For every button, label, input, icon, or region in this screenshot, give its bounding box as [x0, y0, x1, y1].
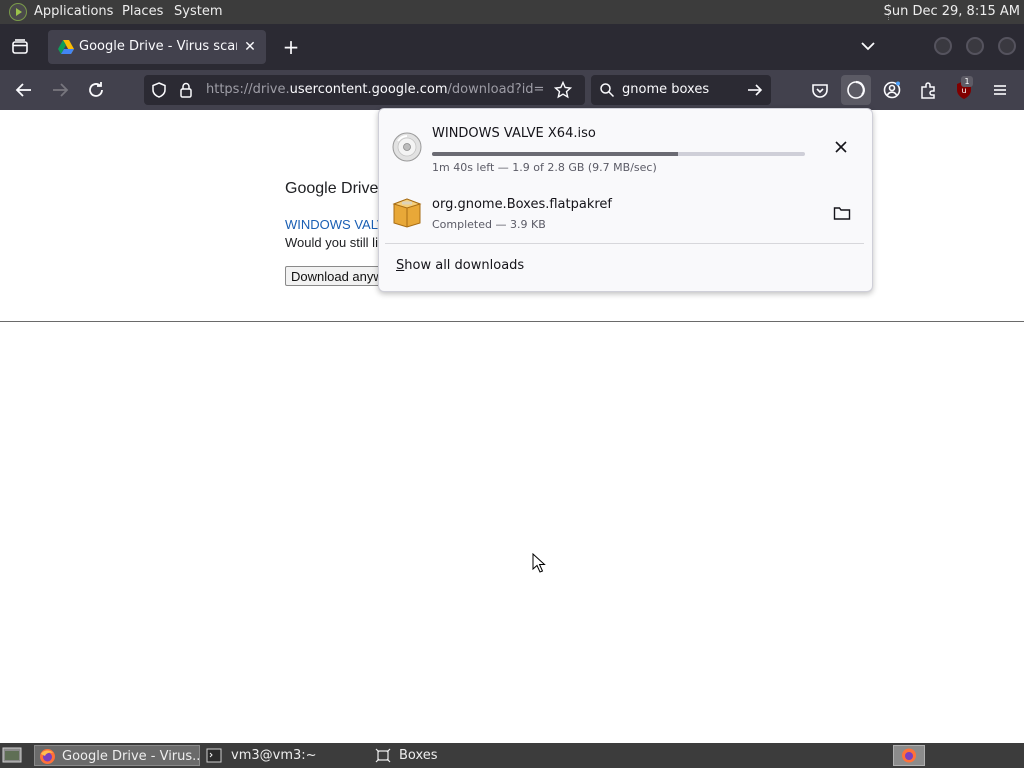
forward-icon[interactable] — [48, 78, 72, 102]
search-go-arrow-icon[interactable] — [746, 81, 764, 103]
download-filename: org.gnome.Boxes.flatpakref — [432, 197, 612, 212]
pocket-icon[interactable] — [808, 78, 832, 102]
top-panel: Applications Places System Sun Dec 29, 8… — [0, 0, 1024, 24]
extensions-icon[interactable] — [916, 78, 940, 102]
url-text[interactable]: https://drive.usercontent.google.com/dow… — [206, 75, 544, 105]
terminal-icon — [206, 748, 222, 766]
url-bar[interactable]: https://drive.usercontent.google.com/dow… — [144, 75, 585, 105]
navigation-toolbar: https://drive.usercontent.google.com/dow… — [0, 70, 1024, 110]
download-item-flatpakref[interactable]: org.gnome.Boxes.flatpakref Completed — 3… — [385, 181, 864, 241]
downloads-progress-icon — [847, 80, 865, 99]
minimize-window-button[interactable] — [934, 37, 952, 55]
downloads-panel: WINDOWS VALVE X64.iso 1m 40s left — 1.9 … — [378, 108, 873, 292]
downloads-button[interactable] — [841, 75, 871, 105]
taskbar-item-terminal[interactable]: vm3@vm3:~ — [204, 745, 367, 766]
taskbar-item-label: Google Drive - Virus... — [62, 749, 200, 764]
show-desktop-icon[interactable] — [2, 746, 22, 764]
search-icon — [599, 82, 615, 102]
firefox-icon — [902, 748, 916, 763]
tab-google-drive[interactable]: Google Drive - Virus scan warning ✕ — [48, 30, 266, 64]
clock[interactable]: Sun Dec 29, 8:15 AM — [884, 0, 1020, 24]
taskbar-item-label: Boxes — [399, 748, 438, 763]
firefox-icon — [39, 748, 56, 765]
system-menu[interactable]: System — [174, 0, 222, 24]
panel-separator — [385, 243, 864, 244]
lock-icon[interactable] — [178, 81, 194, 103]
download-status: Completed — 3.9 KB — [432, 218, 546, 231]
search-bar[interactable]: gnome boxes — [591, 75, 771, 105]
maximize-window-button[interactable] — [966, 37, 984, 55]
back-icon[interactable] — [12, 78, 36, 102]
google-drive-icon — [58, 40, 74, 54]
account-icon[interactable] — [880, 78, 904, 102]
tab-title: Google Drive - Virus scan warning — [79, 39, 237, 54]
applications-menu[interactable]: Applications — [34, 0, 113, 24]
folder-icon[interactable] — [833, 205, 851, 225]
download-item-iso[interactable]: WINDOWS VALVE X64.iso 1m 40s left — 1.9 … — [385, 115, 864, 175]
taskbar-item-firefox[interactable]: Google Drive - Virus... — [34, 745, 200, 766]
svg-text:u: u — [961, 86, 966, 95]
chevron-down-icon[interactable] — [858, 36, 878, 56]
firefox-view-icon[interactable] — [8, 35, 32, 59]
distro-logo-icon[interactable] — [9, 3, 27, 21]
new-tab-button[interactable]: + — [280, 36, 302, 58]
download-status: 1m 40s left — 1.9 of 2.8 GB (9.7 MB/sec) — [432, 161, 657, 174]
taskbar-item-label: vm3@vm3:~ — [231, 748, 317, 763]
places-menu[interactable]: Places — [122, 0, 163, 24]
bookmark-star-icon[interactable] — [553, 80, 573, 103]
disc-image-icon — [391, 131, 423, 167]
package-icon — [392, 196, 422, 232]
close-window-button[interactable] — [998, 37, 1016, 55]
mouse-cursor-icon — [532, 552, 546, 577]
cancel-download-icon[interactable] — [833, 139, 849, 159]
boxes-icon — [375, 748, 391, 766]
workspace-switcher[interactable] — [893, 745, 925, 766]
download-progress-bar — [432, 152, 805, 156]
search-input[interactable]: gnome boxes — [622, 75, 709, 105]
download-filename: WINDOWS VALVE X64.iso — [432, 126, 596, 141]
tab-strip: Google Drive - Virus scan warning ✕ + — [0, 24, 1024, 70]
taskbar: Google Drive - Virus... vm3@vm3:~ Boxes — [0, 743, 1024, 768]
close-tab-icon[interactable]: ✕ — [241, 38, 259, 56]
reload-icon[interactable] — [84, 78, 108, 102]
taskbar-item-boxes[interactable]: Boxes — [373, 745, 533, 766]
ublock-badge: 1 — [961, 76, 973, 87]
show-all-downloads-link[interactable]: Show all downloads — [396, 258, 524, 273]
page-divider — [0, 321, 1024, 322]
download-progress-fill — [432, 152, 679, 156]
shield-icon[interactable] — [150, 81, 168, 103]
hamburger-menu-icon[interactable] — [988, 78, 1012, 102]
